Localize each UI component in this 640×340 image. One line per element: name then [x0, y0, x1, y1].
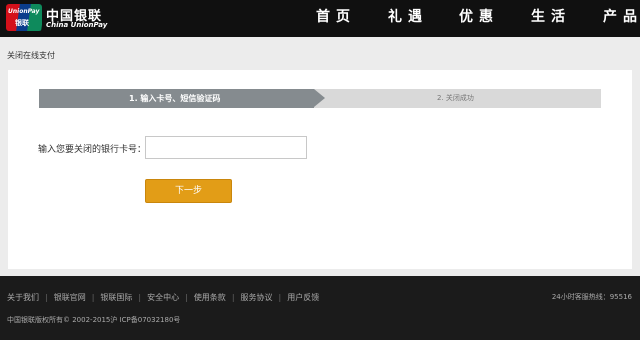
- step-progress-bar: 1. 输入卡号、短信验证码 2. 关闭成功: [39, 89, 601, 108]
- footer-link-about[interactable]: 关于我们: [7, 292, 39, 303]
- nav-item-rewards[interactable]: 礼遇: [388, 0, 428, 37]
- breadcrumb: 关闭在线支付: [7, 51, 55, 60]
- unionpay-logo[interactable]: UnionPay 银联 中国银联 China UnionPay: [6, 4, 107, 32]
- divider: |: [231, 293, 235, 302]
- divider: |: [278, 293, 282, 302]
- card-number-input[interactable]: [145, 136, 307, 159]
- next-step-button[interactable]: 下一步: [145, 179, 232, 203]
- service-hotline: 24小时客服热线：95516: [551, 293, 632, 301]
- step-2-label: 2. 关闭成功: [437, 94, 474, 102]
- footer-link-security[interactable]: 安全中心: [147, 292, 179, 303]
- footer-links: 关于我们 | 银联官网 | 银联国际 | 安全中心 | 使用条款 | 服务协议 | 用户反馈: [7, 292, 319, 303]
- step-arrow: [314, 89, 325, 107]
- divider: |: [138, 293, 142, 302]
- footer: 关于我们 | 银联官网 | 银联国际 | 安全中心 | 使用条款 | 服务协议 | 用户反馈 24小时客…: [0, 276, 640, 340]
- nav-item-life[interactable]: 生活: [531, 0, 571, 37]
- nav-item-products[interactable]: 产品: [603, 0, 640, 37]
- footer-link-feedback[interactable]: 用户反馈: [287, 292, 319, 303]
- divider: |: [185, 293, 188, 302]
- nav-item-home[interactable]: 首页: [316, 0, 356, 37]
- nav-item-offers[interactable]: 优惠: [459, 0, 499, 37]
- footer-link-terms[interactable]: 使用条款: [194, 292, 226, 303]
- top-header: UnionPay 银联 中国银联 China UnionPay 首页 礼遇 优惠…: [0, 0, 640, 37]
- logo-en-text: China UnionPay: [46, 21, 108, 29]
- step-1-active: 1. 输入卡号、短信验证码: [39, 89, 314, 108]
- divider: |: [45, 293, 48, 302]
- unionpay-card-icon: UnionPay 银联: [6, 4, 42, 31]
- divider: |: [91, 293, 95, 302]
- footer-link-official[interactable]: 银联官网: [54, 292, 86, 303]
- copyright-text: 中国银联版权所有© 2002-2015沪 ICP备07032180号: [7, 316, 181, 324]
- footer-link-agreement[interactable]: 服务协议: [241, 292, 273, 303]
- card-number-label: 输入您要关闭的银行卡号：: [38, 145, 147, 155]
- footer-link-international[interactable]: 银联国际: [100, 292, 132, 303]
- step-1-label: 1. 输入卡号、短信验证码: [129, 94, 221, 103]
